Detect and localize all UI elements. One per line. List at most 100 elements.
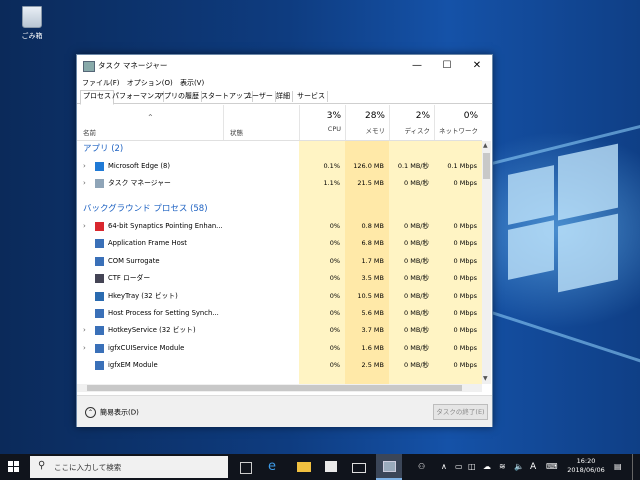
process-row[interactable]: HkeyTray (32 ビット) 0% 10.5 MB 0 MB/秒 0 Mbps bbox=[77, 288, 482, 305]
battery-icon[interactable]: ▭ bbox=[455, 462, 463, 471]
scroll-up-icon[interactable]: ▲ bbox=[483, 142, 488, 149]
task-manager-taskbar-button[interactable] bbox=[376, 454, 402, 480]
process-cpu: 0% bbox=[329, 309, 340, 317]
menu-view[interactable]: 表示(V) bbox=[180, 77, 204, 89]
process-cpu: 0% bbox=[329, 326, 340, 335]
network-icon[interactable]: ◫ bbox=[468, 462, 476, 471]
process-row[interactable]: › Microsoft Edge (8) 0.1% 126.0 MB 0.1 MB/秒 0… bbox=[77, 158, 482, 175]
expand-chevron-icon[interactable]: › bbox=[83, 218, 86, 235]
collapse-icon: ⌃ bbox=[85, 407, 96, 418]
process-cpu: 0% bbox=[329, 256, 340, 265]
minimize-button[interactable]: — bbox=[402, 55, 432, 77]
process-disk: 0 MB/秒 bbox=[404, 179, 429, 187]
column-network[interactable]: 0% ネットワーク bbox=[434, 105, 483, 140]
tab-users[interactable]: ユーザー bbox=[243, 91, 276, 102]
process-network: 0 Mbps bbox=[453, 256, 477, 265]
scroll-down-icon[interactable]: ▼ bbox=[483, 375, 488, 382]
people-icon[interactable]: ⚇ bbox=[418, 462, 425, 471]
wallpaper-logo-pane bbox=[558, 143, 618, 221]
clock-time: 16:20 bbox=[576, 457, 596, 465]
process-list: アプリ (2) バックグラウンド プロセス (58) › Microsoft Ed… bbox=[77, 141, 482, 384]
process-row[interactable]: › タスク マネージャー 1.1% 21.5 MB 0 MB/秒 0 Mbps bbox=[77, 175, 482, 192]
search-box[interactable]: ⚲ ここに入力して検索 bbox=[30, 456, 228, 478]
task-view-icon[interactable] bbox=[240, 462, 252, 474]
process-name: COM Surrogate bbox=[108, 256, 160, 265]
action-center-icon[interactable]: ▤ bbox=[614, 462, 622, 471]
onedrive-icon[interactable]: ☁ bbox=[483, 462, 491, 471]
expand-chevron-icon[interactable]: › bbox=[83, 175, 86, 192]
menu-bar: ファイル(F) オプション(O) 表示(V) bbox=[77, 77, 492, 89]
com-surrogate-icon bbox=[95, 256, 104, 266]
process-network: 0.1 Mbps bbox=[447, 162, 477, 170]
process-cpu: 1.1% bbox=[323, 179, 340, 187]
process-row[interactable]: CTF ローダー 0% 3.5 MB 0 MB/秒 0 Mbps bbox=[77, 270, 482, 287]
process-disk: 0 MB/秒 bbox=[404, 309, 429, 317]
mail-icon[interactable] bbox=[352, 463, 366, 473]
hotkey-service-icon bbox=[95, 326, 104, 336]
process-row[interactable]: COM Surrogate 0% 1.7 MB 0 MB/秒 0 Mbps bbox=[77, 253, 482, 270]
column-memory[interactable]: 28% メモリ bbox=[345, 105, 390, 140]
horizontal-scrollbar[interactable] bbox=[77, 384, 482, 392]
menu-options[interactable]: オプション(O) bbox=[127, 77, 173, 89]
tab-details[interactable]: 詳細 bbox=[274, 91, 293, 102]
process-network: 0 Mbps bbox=[453, 343, 477, 352]
ime-indicator[interactable]: A bbox=[530, 462, 536, 472]
process-row[interactable]: igfxEM Module 0% 2.5 MB 0 MB/秒 0 Mbps bbox=[77, 357, 482, 374]
start-button[interactable] bbox=[8, 461, 20, 473]
column-name[interactable]: 名前 bbox=[83, 127, 96, 137]
task-manager-window: タスク マネージャー — ☐ ✕ ファイル(F) オプション(O) 表示(V) … bbox=[76, 54, 493, 427]
process-disk: 0 MB/秒 bbox=[404, 291, 429, 300]
hkeytray-icon bbox=[95, 291, 104, 301]
edge-icon[interactable]: e bbox=[268, 460, 282, 474]
wifi-icon[interactable]: ≋ bbox=[499, 462, 506, 471]
recycle-bin-icon bbox=[22, 6, 42, 28]
process-network: 0 Mbps bbox=[453, 291, 477, 300]
process-row[interactable]: Application Frame Host 0% 6.8 MB 0 MB/秒 0 Mb… bbox=[77, 235, 482, 252]
column-memory-label: メモリ bbox=[365, 127, 386, 135]
file-explorer-icon[interactable] bbox=[297, 462, 311, 472]
show-desktop-button[interactable] bbox=[632, 454, 633, 480]
process-memory: 10.5 MB bbox=[357, 291, 384, 300]
tab-services[interactable]: サービス bbox=[295, 91, 328, 102]
tab-app-history[interactable]: アプリの履歴 bbox=[155, 91, 202, 102]
end-task-button[interactable]: タスクの終了(E) bbox=[433, 404, 488, 420]
clock[interactable]: 16:20 2018/06/06 bbox=[565, 457, 607, 475]
process-row[interactable]: › igfxCUIService Module 0% 1.6 MB 0 MB/秒 0 Mb… bbox=[77, 340, 482, 357]
maximize-button[interactable]: ☐ bbox=[432, 55, 462, 77]
vertical-scrollbar[interactable]: ▲ ▼ bbox=[482, 141, 491, 384]
process-network: 0 Mbps bbox=[453, 239, 477, 248]
menu-file[interactable]: ファイル(F) bbox=[82, 77, 120, 89]
tab-processes[interactable]: プロセス bbox=[80, 90, 114, 105]
process-disk: 0 MB/秒 bbox=[404, 274, 429, 283]
process-disk: 0.1 MB/秒 bbox=[397, 162, 429, 170]
column-header: ⌃ 名前 状態 3% CPU 28% メモリ 2% ディスク 0% ネットワーク bbox=[77, 105, 482, 141]
taskbar: ⚲ ここに入力して検索 e ⚇ ∧ ▭ ◫ ☁ ≋ 🔈 A ⌨ 16:20 20… bbox=[0, 454, 640, 480]
horizontal-scroll-thumb[interactable] bbox=[87, 385, 462, 391]
touch-keyboard-icon[interactable]: ⌨ bbox=[546, 462, 558, 471]
recycle-bin-label: ごみ箱 bbox=[21, 32, 43, 40]
vertical-scroll-thumb[interactable] bbox=[483, 153, 490, 179]
task-manager-icon bbox=[95, 179, 104, 188]
recycle-bin[interactable]: ごみ箱 bbox=[12, 6, 52, 41]
process-row[interactable]: › HotkeyService (32 ビット) 0% 3.7 MB 0 MB/秒 0 M… bbox=[77, 322, 482, 339]
column-disk[interactable]: 2% ディスク bbox=[389, 105, 435, 140]
close-button[interactable]: ✕ bbox=[462, 55, 492, 77]
process-row[interactable]: Host Process for Setting Synch... 0% 5.6 M… bbox=[77, 305, 482, 322]
show-hidden-icons-icon[interactable]: ∧ bbox=[441, 462, 447, 471]
process-row[interactable]: › 64-bit Synaptics Pointing Enhan... 0% 0.8… bbox=[77, 218, 482, 235]
process-disk: 0 MB/秒 bbox=[404, 256, 429, 265]
expand-chevron-icon[interactable]: › bbox=[83, 322, 86, 339]
column-cpu[interactable]: 3% CPU bbox=[299, 105, 346, 140]
process-memory: 3.7 MB bbox=[361, 326, 384, 335]
column-status[interactable]: 状態 bbox=[223, 105, 300, 140]
volume-icon[interactable]: 🔈 bbox=[514, 462, 524, 471]
group-apps: アプリ (2) bbox=[83, 144, 124, 154]
process-network: 0 Mbps bbox=[453, 326, 477, 335]
fewer-details-button[interactable]: ⌃ 簡易表示(D) bbox=[85, 407, 139, 418]
title-bar[interactable]: タスク マネージャー — ☐ ✕ bbox=[77, 55, 492, 77]
wallpaper-logo-pane bbox=[558, 213, 618, 293]
cpu-total: 3% bbox=[326, 111, 341, 121]
expand-chevron-icon[interactable]: › bbox=[83, 340, 86, 357]
expand-chevron-icon[interactable]: › bbox=[83, 158, 86, 175]
store-icon[interactable] bbox=[325, 461, 337, 472]
